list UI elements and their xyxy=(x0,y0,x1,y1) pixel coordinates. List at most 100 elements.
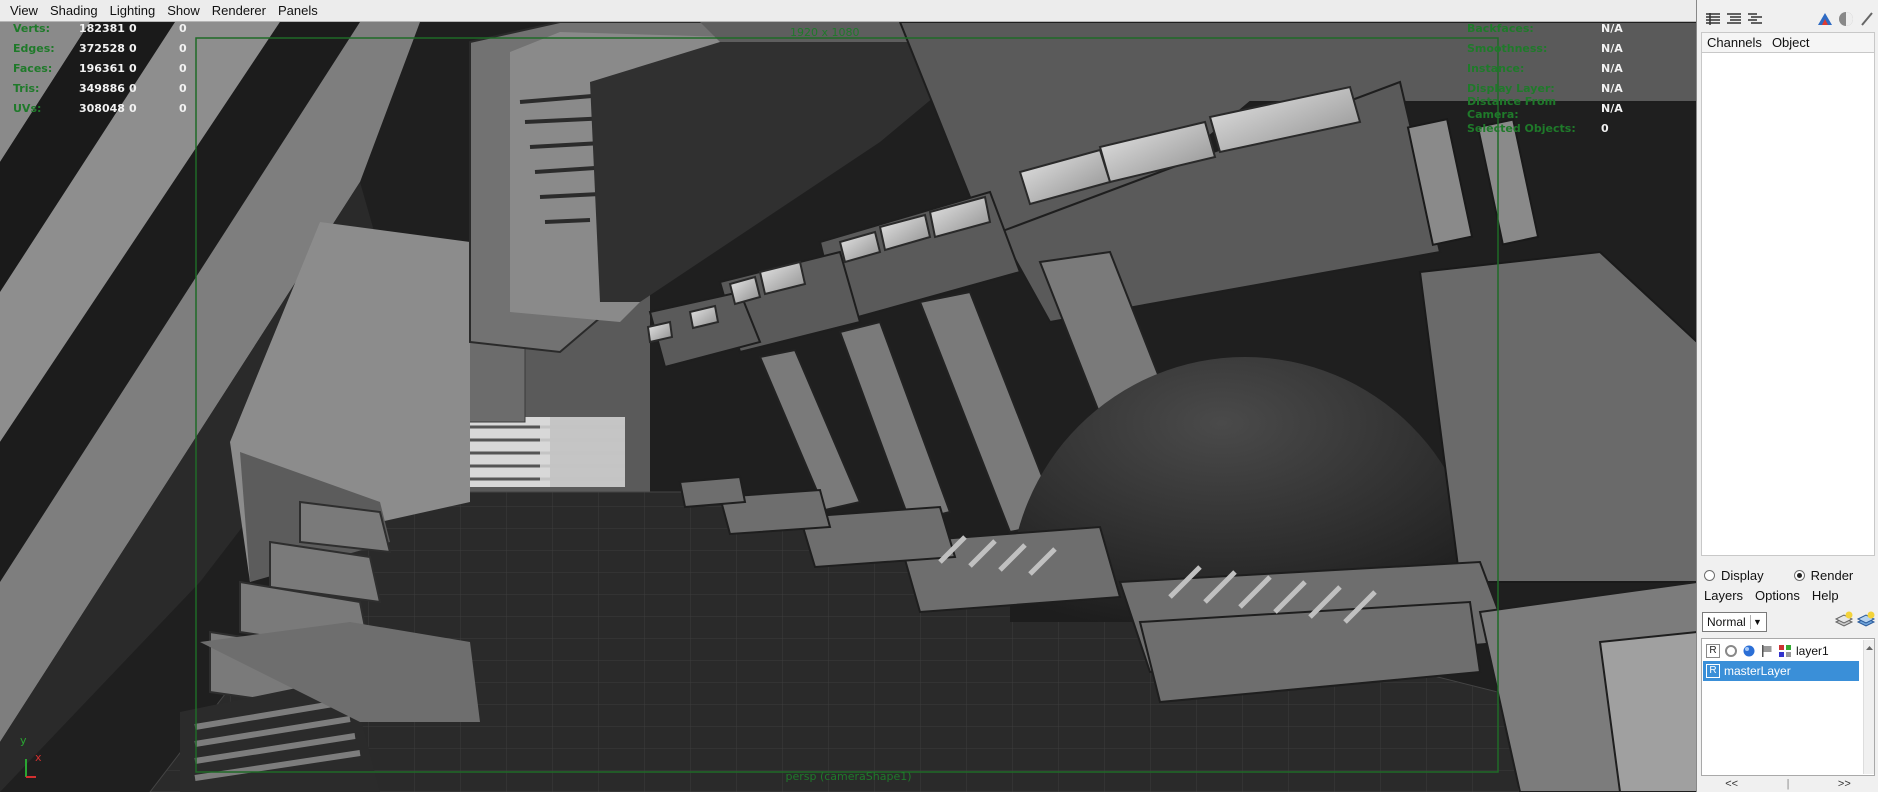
paint-brush-icon[interactable] xyxy=(1857,8,1878,30)
object-menu[interactable]: Object xyxy=(1767,35,1815,50)
hud-poly-count: Verts: 182381 0 0 Edges: 372528 0 0 Face… xyxy=(13,18,209,118)
hud-verts-component: 0 xyxy=(179,21,187,35)
hud-backfaces-label: Backfaces: xyxy=(1467,21,1534,35)
hud-display-layer-label: Display Layer: xyxy=(1467,81,1555,95)
render-mode-radio[interactable] xyxy=(1793,570,1805,581)
chevron-down-icon: ▼ xyxy=(1750,615,1764,629)
nav-next-button[interactable]: >> xyxy=(1838,778,1851,792)
channel-box-layer-editor-panel: Channels Object Display Render Layers Op… xyxy=(1698,0,1878,792)
hud-edges-value: 372528 xyxy=(79,41,125,55)
camera-name-label: persp (cameraShape1) xyxy=(785,770,912,783)
help-menu[interactable]: Help xyxy=(1812,588,1839,603)
panel-bottom-nav: << | >> xyxy=(1701,778,1875,792)
hud-edges-label: Edges: xyxy=(13,41,55,55)
menu-renderer[interactable]: Renderer xyxy=(206,0,272,22)
new-layer-icon[interactable] xyxy=(1834,610,1854,635)
menu-view[interactable]: View xyxy=(4,0,44,22)
renderable-toggle[interactable]: R xyxy=(1706,664,1720,678)
hud-display-layer-value: N/A xyxy=(1601,81,1623,95)
blend-mode-value: Normal xyxy=(1707,615,1746,629)
hud-selected-objects-value: 0 xyxy=(1601,121,1609,135)
options-menu[interactable]: Options xyxy=(1755,588,1800,603)
hud-uvs-component: 0 xyxy=(179,101,187,115)
layer-row-masterlayer[interactable]: R masterLayer xyxy=(1703,661,1859,681)
perspective-viewport[interactable]: View Shading Lighting Show Renderer Pane… xyxy=(0,0,1697,792)
blend-mode-select[interactable]: Normal ▼ xyxy=(1702,612,1767,632)
flag-icon[interactable] xyxy=(1760,644,1774,658)
hud-tris-selected: 0 xyxy=(129,81,137,95)
axis-y-label: y xyxy=(20,734,27,747)
hud-distance-value: N/A xyxy=(1601,101,1623,115)
channel-box-header: Channels Object xyxy=(1701,32,1875,52)
hud-edges-component: 0 xyxy=(179,41,187,55)
hud-edges-row: Edges: 372528 0 0 xyxy=(13,38,209,58)
hud-faces-row: Faces: 196361 0 0 xyxy=(13,58,209,78)
channels-menu[interactable]: Channels xyxy=(1702,35,1767,50)
hud-faces-selected: 0 xyxy=(129,61,137,75)
resolution-gate-label: 1920 x 1080 xyxy=(790,26,860,39)
layer-name[interactable]: masterLayer xyxy=(1724,664,1791,678)
shading-sphere-icon[interactable] xyxy=(1742,644,1756,658)
hud-selected-objects-label: Selected Objects: xyxy=(1467,121,1576,135)
hud-tris-row: Tris: 349886 0 0 xyxy=(13,78,209,98)
hud-distance-label: Distance From Camera: xyxy=(1467,95,1557,121)
hud-selected-objects-row: Selected Objects: 0 xyxy=(1467,118,1623,138)
display-mode-radio[interactable] xyxy=(1704,570,1715,581)
menu-lighting[interactable]: Lighting xyxy=(104,0,162,22)
membership-icon[interactable] xyxy=(1778,644,1792,658)
hud-instance-row: Instance: N/A xyxy=(1467,58,1623,78)
layer-name[interactable]: layer1 xyxy=(1796,644,1829,658)
axis-x-label: x xyxy=(35,751,42,764)
hud-tris-label: Tris: xyxy=(13,81,40,95)
new-layer-selected-icon[interactable] xyxy=(1856,610,1876,635)
nav-prev-button[interactable]: << xyxy=(1725,778,1738,792)
hud-uvs-value: 308048 xyxy=(79,101,125,115)
hud-smoothness-row: Smoothness: N/A xyxy=(1467,38,1623,58)
layer-mode-radio-group: Display Render xyxy=(1704,568,1853,583)
hud-tris-value: 349886 xyxy=(79,81,125,95)
hud-uvs-row: UVs: 308048 0 0 xyxy=(13,98,209,118)
panel-toolbar xyxy=(1698,4,1878,34)
hud-instance-label: Instance: xyxy=(1467,61,1525,75)
hud-verts-selected: 0 xyxy=(129,21,137,35)
hud-instance-value: N/A xyxy=(1601,61,1623,75)
render-layers-list[interactable]: R layer1 R masterLayer xyxy=(1701,638,1875,776)
scroll-up-icon[interactable] xyxy=(1864,643,1875,653)
hud-verts-label: Verts: xyxy=(13,21,51,35)
hud-faces-value: 196361 xyxy=(79,61,125,75)
hud-backfaces-value: N/A xyxy=(1601,21,1623,35)
hud-uvs-selected: 0 xyxy=(129,101,137,115)
nav-divider: | xyxy=(1786,778,1790,790)
layers-scrollbar[interactable] xyxy=(1863,640,1874,774)
layer-tools-row: Normal ▼ xyxy=(1702,610,1876,635)
render-mode-label: Render xyxy=(1810,568,1854,583)
hud-verts-value: 182381 xyxy=(79,21,125,35)
display-mode-label: Display xyxy=(1721,568,1764,583)
attribute-editor-toggle-icon[interactable] xyxy=(1723,8,1744,30)
hud-smoothness-label: Smoothness: xyxy=(1467,41,1548,55)
render-icon[interactable] xyxy=(1815,8,1836,30)
viewport-scene[interactable] xyxy=(0,22,1697,792)
layer-row-layer1[interactable]: R layer1 xyxy=(1703,641,1859,661)
channel-box-area[interactable] xyxy=(1701,52,1875,556)
renderable-toggle[interactable]: R xyxy=(1706,644,1720,658)
hud-object-details: Backfaces: N/A Smoothness: N/A Instance:… xyxy=(1467,18,1623,138)
recycle-icon[interactable] xyxy=(1724,644,1738,658)
hud-tris-component: 0 xyxy=(179,81,187,95)
tool-settings-toggle-icon[interactable] xyxy=(1744,8,1765,30)
layer-editor-menubar: Layers Options Help xyxy=(1704,588,1851,603)
menu-panels[interactable]: Panels xyxy=(272,0,324,22)
menu-shading[interactable]: Shading xyxy=(44,0,104,22)
maya-window: View Shading Lighting Show Renderer Pane… xyxy=(0,0,1878,792)
hud-edges-selected: 0 xyxy=(129,41,137,55)
layers-menu[interactable]: Layers xyxy=(1704,588,1743,603)
channel-box-toggle-icon[interactable] xyxy=(1702,8,1723,30)
hud-faces-label: Faces: xyxy=(13,61,53,75)
hud-uvs-label: UVs: xyxy=(13,101,42,115)
viewport-menubar: View Shading Lighting Show Renderer Pane… xyxy=(0,0,1696,22)
hud-distance-row: Distance From Camera: N/A xyxy=(1467,95,1623,121)
hud-smoothness-value: N/A xyxy=(1601,41,1623,55)
menu-show[interactable]: Show xyxy=(161,0,206,22)
shading-ball-icon[interactable] xyxy=(1836,8,1857,30)
hud-faces-component: 0 xyxy=(179,61,187,75)
